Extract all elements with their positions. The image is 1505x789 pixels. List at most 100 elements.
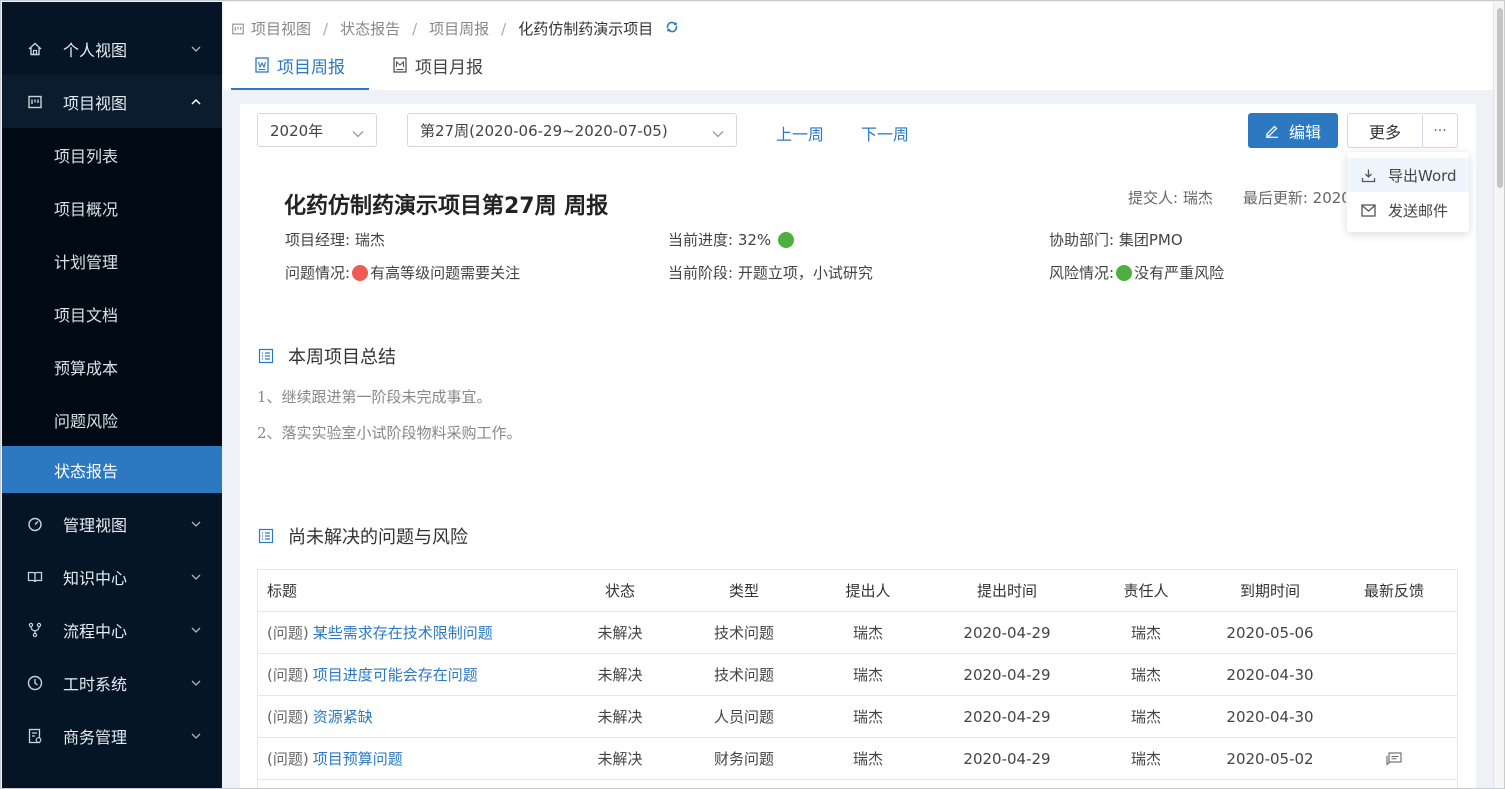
issue-title-cell: (问题) 资源紧缺 xyxy=(267,696,373,737)
breadcrumb-item-weekly-report[interactable]: 项目周报 xyxy=(429,18,489,39)
sidebar-item-knowledge-center[interactable]: 知识中心 xyxy=(2,550,222,603)
breadcrumb: 项目视图 / 状态报告 / 项目周报 / 化药仿制药演示项目 xyxy=(231,18,679,39)
issue-title-link[interactable]: 项目预算问题 xyxy=(313,748,403,769)
table-row: (问题) 某些需求存在技术限制问题 未解决 技术问题 瑞杰 2020-04-29 … xyxy=(258,612,1457,654)
column-header: 提出人 xyxy=(845,582,891,600)
sidebar: 个人视图 项目视图 项目列表 项目概况 计划管理 项目文档 预算成本 问题风险 … xyxy=(2,2,222,788)
list-doc-icon xyxy=(258,528,274,544)
chevron-down-icon xyxy=(190,730,202,742)
edit-button[interactable]: 编辑 xyxy=(1248,113,1338,148)
chevron-up-icon xyxy=(190,96,202,108)
sidebar-item-process-center[interactable]: 流程中心 xyxy=(2,603,222,656)
comment-icon[interactable] xyxy=(1386,751,1402,766)
report-title: 化药仿制药演示项目第27周 周报 xyxy=(284,194,609,219)
info-value: 没有严重风险 xyxy=(1134,264,1225,282)
more-options-button[interactable]: ··· xyxy=(1423,113,1458,148)
last-updated-text: 最后更新: 2020- xyxy=(1242,189,1346,207)
status-dot-red xyxy=(352,264,369,281)
sidebar-subitem-project-overview[interactable]: 项目概况 xyxy=(2,181,222,234)
sidebar-item-label: 商务管理 xyxy=(63,727,128,747)
mail-icon xyxy=(1360,202,1376,218)
sidebar-subitem-project-list[interactable]: 项目列表 xyxy=(2,128,222,181)
info-label: 风险情况: xyxy=(1049,264,1115,282)
issue-status-info: 问题情况: 有高等级问题需要关注 xyxy=(285,262,520,283)
sidebar-subitem-label: 状态报告 xyxy=(54,461,119,481)
summary-line: 1、继续跟进第一阶段未完成事宜。 xyxy=(257,388,492,406)
sidebar-subitem-label: 预算成本 xyxy=(54,358,119,378)
owner-cell: 瑞杰 xyxy=(1130,666,1161,684)
month-doc-icon xyxy=(393,57,407,73)
summary-section-title: 本周项目总结 xyxy=(258,343,396,369)
week-select[interactable]: 第27周(2020-06-29~2020-07-05) xyxy=(407,113,737,147)
chevron-down-icon xyxy=(190,624,202,636)
breadcrumb-item-project-view[interactable]: 项目视图 xyxy=(251,18,311,39)
issue-title-cell: (问题) 项目预算问题 xyxy=(267,738,403,779)
refresh-icon[interactable] xyxy=(665,20,679,38)
sidebar-subitem-project-docs[interactable]: 项目文档 xyxy=(2,287,222,340)
scrollbar-thumb[interactable] xyxy=(1497,8,1503,188)
menu-item-label: 发送邮件 xyxy=(1388,201,1449,220)
sidebar-item-business-management[interactable]: 商务管理 xyxy=(2,709,222,762)
owner-cell: 瑞杰 xyxy=(1130,708,1161,726)
info-value: 32% xyxy=(737,230,772,249)
date-cell: 2020-04-29 xyxy=(963,623,1051,642)
type-cell: 技术问题 xyxy=(713,624,774,642)
issue-title-link[interactable]: 某些需求存在技术限制问题 xyxy=(313,622,493,643)
issue-title-link[interactable]: 项目进度可能会存在问题 xyxy=(313,664,478,685)
info-label: 当前阶段: xyxy=(668,264,734,282)
issues-section-title: 尚未解决的问题与风险 xyxy=(258,523,468,549)
column-header: 类型 xyxy=(728,582,759,600)
menu-item-label: 导出Word xyxy=(1388,166,1457,185)
chevron-down-icon xyxy=(190,677,202,689)
sidebar-item-personal-view[interactable]: 个人视图 xyxy=(2,22,222,75)
sidebar-subitem-plan-management[interactable]: 计划管理 xyxy=(2,234,222,287)
word-doc-icon xyxy=(255,57,269,73)
business-doc-icon xyxy=(26,727,44,745)
feedback-cell xyxy=(1332,612,1456,653)
sidebar-subitem-budget-cost[interactable]: 预算成本 xyxy=(2,340,222,393)
proposer-cell: 瑞杰 xyxy=(852,624,883,642)
info-label: 当前进度: xyxy=(668,231,734,249)
sidebar-subitem-issue-risk[interactable]: 问题风险 xyxy=(2,393,222,446)
week-select-value: 第27周(2020-06-29~2020-07-05) xyxy=(420,121,668,140)
chevron-down-icon xyxy=(190,518,202,530)
sidebar-item-timesheet[interactable]: 工时系统 xyxy=(2,656,222,709)
chevron-down-icon xyxy=(352,124,364,142)
chevron-down-icon xyxy=(190,43,202,55)
project-view-submenu: 项目列表 项目概况 计划管理 项目文档 预算成本 问题风险 状态报告 xyxy=(2,128,222,493)
due-cell: 2020-04-30 xyxy=(1226,707,1314,726)
breadcrumb-item-status-report[interactable]: 状态报告 xyxy=(340,18,400,39)
tab-label: 项目周报 xyxy=(277,57,345,78)
clock-icon xyxy=(26,674,44,692)
edit-button-label: 编辑 xyxy=(1288,122,1321,142)
column-header: 到期时间 xyxy=(1239,582,1300,600)
issue-title-link[interactable]: 资源紧缺 xyxy=(313,706,373,727)
tab-monthly-report[interactable]: 项目月报 xyxy=(369,40,507,90)
feedback-cell xyxy=(1332,654,1456,695)
tab-weekly-report[interactable]: 项目周报 xyxy=(231,40,369,90)
stage-info: 当前阶段: 开题立项，小试研究 xyxy=(668,262,873,283)
sidebar-item-project-view[interactable]: 项目视图 xyxy=(2,75,222,128)
due-cell: 2020-05-02 xyxy=(1226,749,1314,768)
next-week-button[interactable]: 下一周 xyxy=(861,121,909,145)
vertical-scrollbar[interactable] xyxy=(1493,2,1504,788)
export-word-menu-item[interactable]: 导出Word xyxy=(1347,158,1469,192)
sidebar-subitem-label: 项目概况 xyxy=(54,199,119,219)
sidebar-subitem-label: 计划管理 xyxy=(54,252,119,272)
submitter-text: 提交人: 瑞杰 xyxy=(1128,189,1213,207)
status-cell: 未解决 xyxy=(597,708,643,726)
due-cell: 2020-04-30 xyxy=(1226,665,1314,684)
sidebar-subitem-status-report[interactable]: 状态报告 xyxy=(2,446,222,493)
more-button[interactable]: 更多 xyxy=(1347,113,1423,148)
send-email-menu-item[interactable]: 发送邮件 xyxy=(1347,193,1469,227)
year-select[interactable]: 2020年 xyxy=(257,113,377,147)
tab-label: 项目月报 xyxy=(415,57,483,78)
report-tabs: 项目周报 项目月报 xyxy=(231,40,507,90)
column-header: 提出时间 xyxy=(976,582,1037,600)
sidebar-item-management-view[interactable]: 管理视图 xyxy=(2,497,222,550)
info-label: 项目经理: xyxy=(285,231,351,249)
column-header: 状态 xyxy=(604,582,635,600)
prev-week-button[interactable]: 上一周 xyxy=(776,121,824,145)
sidebar-subitem-label: 项目列表 xyxy=(54,146,119,166)
table-header-row: 标题 状态 类型 提出人 提出时间 责任人 到期时间 最新反馈 xyxy=(258,570,1457,612)
